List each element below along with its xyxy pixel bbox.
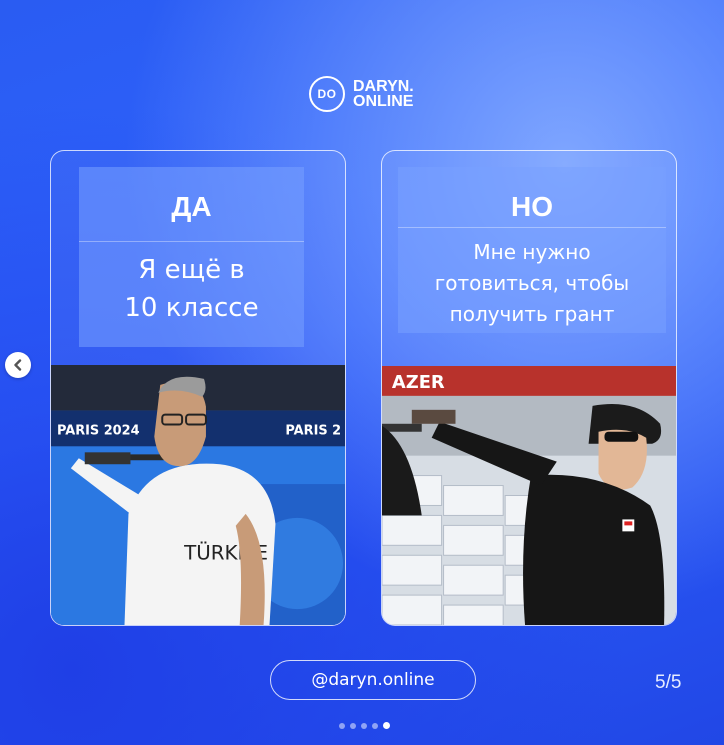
banner-text: AZER — [392, 372, 445, 393]
card-divider — [79, 241, 304, 242]
card-header: ДА Я ещё в 10 классе — [79, 167, 304, 347]
previous-slide-button[interactable] — [5, 352, 31, 378]
card-but: НО Мне нужно готовиться, чтобы получить … — [381, 150, 677, 626]
card-yes: ДА Я ещё в 10 классе PARIS 2024 PARIS 2 … — [50, 150, 346, 626]
logo-line-1: DARYN. — [353, 78, 414, 95]
shooter-photo: AZER — [382, 366, 676, 625]
card-title: НО — [511, 191, 553, 222]
carousel-dot-active[interactable] — [383, 722, 390, 729]
card-title: ДА — [171, 191, 212, 222]
logo-mark: DO — [309, 76, 345, 112]
card-text: Мне нужно готовиться, чтобы получить гра… — [434, 240, 630, 326]
banner-text-left: PARIS 2024 — [57, 423, 140, 438]
carousel-dot[interactable] — [372, 722, 378, 729]
logo: DO DARYN. ONLINE — [309, 76, 414, 112]
page-counter: 5/5 — [655, 672, 682, 693]
carousel-dot[interactable] — [339, 722, 345, 729]
card-header: НО Мне нужно готовиться, чтобы получить … — [398, 167, 666, 333]
carousel-dot[interactable] — [361, 722, 367, 729]
card-divider — [398, 227, 666, 228]
handle-pill[interactable]: @daryn.online — [270, 660, 476, 700]
card-text: Я ещё в 10 классе — [124, 255, 259, 323]
banner-text-right: PARIS 2 — [285, 423, 341, 438]
logo-line-2: ONLINE — [353, 93, 414, 110]
chevron-left-icon — [14, 359, 22, 371]
logo-text: DARYN. ONLINE — [353, 78, 414, 110]
carousel-dots — [339, 722, 390, 729]
shooter-photo: PARIS 2024 PARIS 2 TÜRKIYE — [51, 365, 345, 625]
carousel-dot[interactable] — [350, 722, 356, 729]
